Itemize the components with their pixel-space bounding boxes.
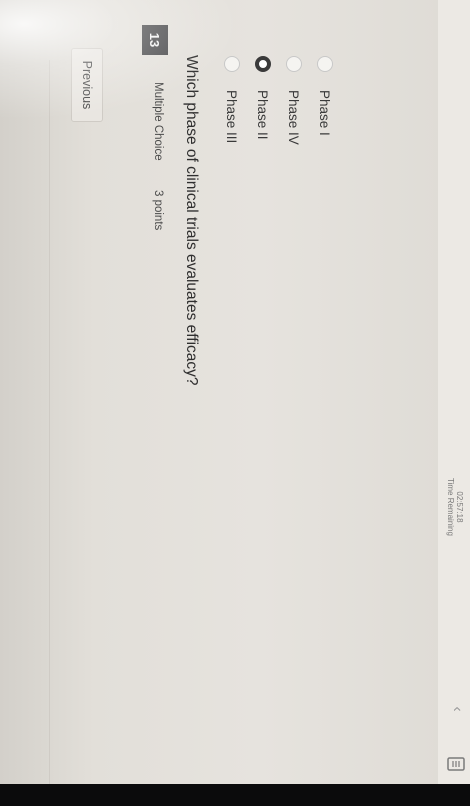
- previous-button[interactable]: Previous: [71, 48, 103, 122]
- question-text: Which phase of clinical trials evaluates…: [183, 55, 200, 386]
- top-bar: 02:57:18 Time Remaining ‹: [438, 0, 470, 784]
- option-phase-iii[interactable]: Phase III: [221, 56, 243, 143]
- radio-button[interactable]: [224, 56, 240, 72]
- divider: [49, 60, 50, 784]
- option-label: Phase III: [224, 90, 240, 144]
- option-phase-i[interactable]: Phase I: [314, 56, 336, 136]
- quiz-page: 02:57:18 Time Remaining ‹ 13 Multiple Ch…: [0, 0, 470, 784]
- radio-button-selected[interactable]: [255, 56, 271, 72]
- radio-button[interactable]: [317, 56, 333, 72]
- timer: 02:57:18 Time Remaining: [446, 478, 464, 536]
- screen-bezel: [0, 784, 470, 806]
- option-phase-ii[interactable]: Phase II: [252, 56, 274, 140]
- timer-value: 02:57:18: [455, 491, 464, 523]
- option-label: Phase IV: [286, 90, 302, 145]
- radio-button[interactable]: [286, 56, 302, 72]
- question-type: Multiple Choice: [152, 82, 164, 161]
- question-points: 3 points: [152, 190, 164, 231]
- option-phase-iv[interactable]: Phase IV: [283, 56, 305, 145]
- screen: 02:57:18 Time Remaining ‹ 13 Multiple Ch…: [0, 0, 470, 806]
- option-label: Phase I: [317, 90, 333, 136]
- option-label: Phase II: [255, 90, 271, 140]
- chevron-left-icon[interactable]: ‹: [448, 700, 466, 718]
- document-icon[interactable]: [446, 755, 466, 773]
- timer-label: Time Remaining: [446, 478, 455, 536]
- question-number-badge: 13: [142, 25, 168, 55]
